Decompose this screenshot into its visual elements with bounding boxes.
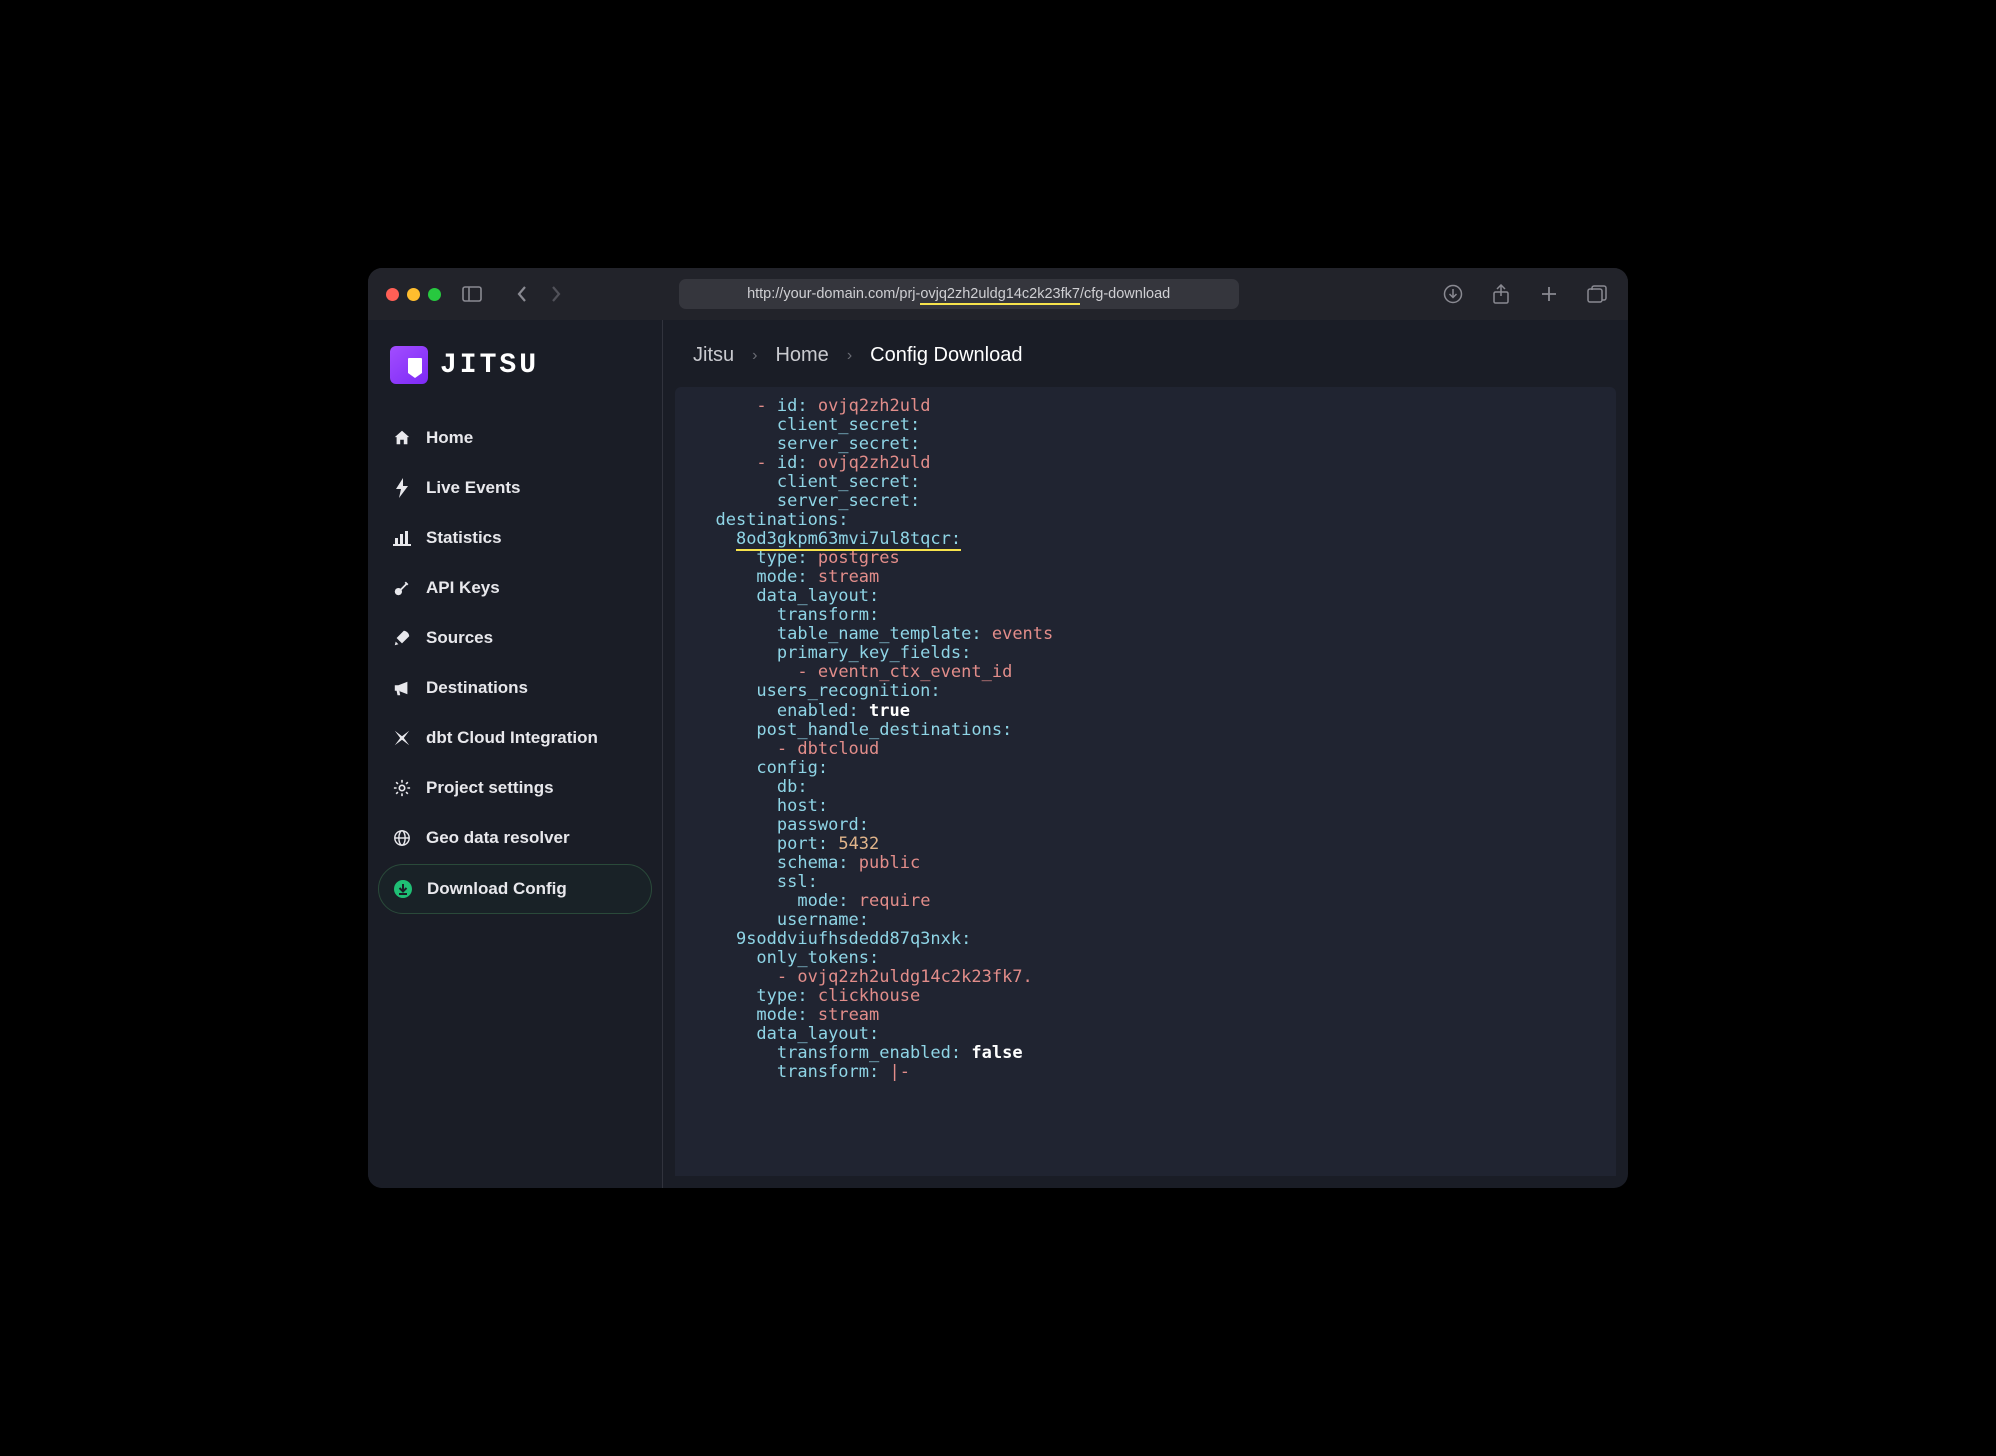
sidebar: JITSU Home Live Events Statistics API Keys S… bbox=[368, 320, 663, 1188]
close-window-button[interactable] bbox=[386, 288, 399, 301]
url-text: http://your-domain.com/prj-ovjq2zh2uldg1… bbox=[747, 286, 1170, 302]
breadcrumb-item[interactable]: Jitsu bbox=[693, 344, 734, 367]
sidebar-item-label: Geo data resolver bbox=[426, 828, 570, 848]
sidebar-item-label: dbt Cloud Integration bbox=[426, 728, 598, 748]
download-icon bbox=[393, 879, 413, 899]
sidebar-item-sources[interactable]: Sources bbox=[378, 614, 652, 662]
sidebar-item-project-settings[interactable]: Project settings bbox=[378, 764, 652, 812]
chart-icon bbox=[392, 528, 412, 548]
sidebar-item-label: Destinations bbox=[426, 678, 528, 698]
gear-icon bbox=[392, 778, 412, 798]
chevron-right-icon: › bbox=[847, 347, 852, 365]
rocket-icon bbox=[392, 628, 412, 648]
sidebar-item-api-keys[interactable]: API Keys bbox=[378, 564, 652, 612]
breadcrumb: Jitsu › Home › Config Download bbox=[663, 320, 1628, 387]
key-icon bbox=[392, 578, 412, 598]
downloads-icon[interactable] bbox=[1440, 283, 1466, 305]
dbt-icon bbox=[392, 728, 412, 748]
minimize-window-button[interactable] bbox=[407, 288, 420, 301]
bolt-icon bbox=[392, 478, 412, 498]
sidebar-item-geo-data-resolver[interactable]: Geo data resolver bbox=[378, 814, 652, 862]
sidebar-item-label: Download Config bbox=[427, 879, 567, 899]
breadcrumb-item[interactable]: Home bbox=[775, 344, 828, 367]
chevron-right-icon: › bbox=[752, 347, 757, 365]
sidebar-item-live-events[interactable]: Live Events bbox=[378, 464, 652, 512]
back-button[interactable] bbox=[509, 283, 535, 305]
sidebar-item-home[interactable]: Home bbox=[378, 414, 652, 462]
sidebar-item-label: Project settings bbox=[426, 778, 554, 798]
logo[interactable]: JITSU bbox=[368, 338, 662, 408]
sidebar-item-dbt-cloud-integration[interactable]: dbt Cloud Integration bbox=[378, 714, 652, 762]
share-icon[interactable] bbox=[1488, 283, 1514, 305]
tabs-icon[interactable] bbox=[1584, 283, 1610, 305]
logo-mark-icon bbox=[390, 346, 428, 384]
maximize-window-button[interactable] bbox=[428, 288, 441, 301]
home-icon bbox=[392, 428, 412, 448]
sidebar-item-destinations[interactable]: Destinations bbox=[378, 664, 652, 712]
sidebar-item-label: API Keys bbox=[426, 578, 500, 598]
breadcrumb-current: Config Download bbox=[870, 344, 1022, 367]
sidebar-item-label: Live Events bbox=[426, 478, 521, 498]
sidebar-item-label: Statistics bbox=[426, 528, 502, 548]
titlebar: http://your-domain.com/prj-ovjq2zh2uldg1… bbox=[368, 268, 1628, 320]
forward-button[interactable] bbox=[543, 283, 569, 305]
main-content: Jitsu › Home › Config Download - id: ovj… bbox=[663, 320, 1628, 1188]
sidebar-item-label: Home bbox=[426, 428, 473, 448]
globe-icon bbox=[392, 828, 412, 848]
browser-window: http://your-domain.com/prj-ovjq2zh2uldg1… bbox=[368, 268, 1628, 1188]
megaphone-icon bbox=[392, 678, 412, 698]
new-tab-icon[interactable] bbox=[1536, 283, 1562, 305]
sidebar-toggle-icon[interactable] bbox=[459, 283, 485, 305]
address-bar[interactable]: http://your-domain.com/prj-ovjq2zh2uldg1… bbox=[679, 279, 1239, 309]
yaml-code-block[interactable]: - id: ovjq2zh2uld client_secret: server_… bbox=[675, 387, 1616, 1176]
sidebar-item-label: Sources bbox=[426, 628, 493, 648]
sidebar-item-download-config[interactable]: Download Config bbox=[378, 864, 652, 914]
logo-text: JITSU bbox=[440, 350, 539, 381]
window-controls bbox=[386, 288, 441, 301]
sidebar-item-statistics[interactable]: Statistics bbox=[378, 514, 652, 562]
